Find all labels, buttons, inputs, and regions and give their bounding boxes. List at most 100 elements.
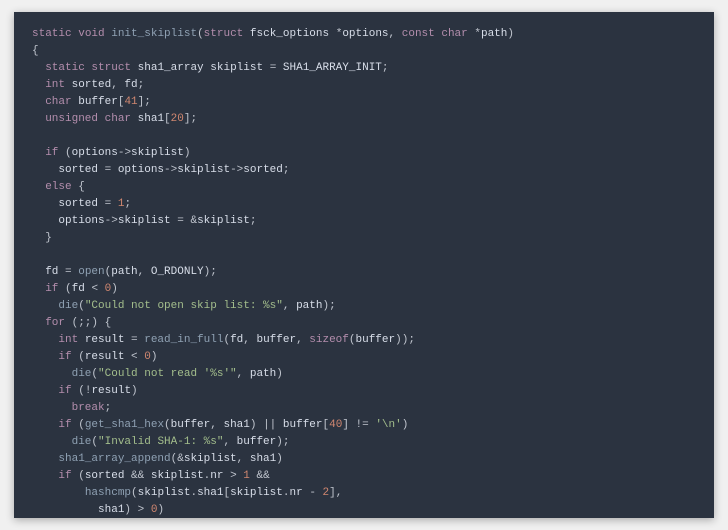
code-token (32, 283, 45, 295)
code-token: ; (283, 436, 290, 448)
code-token: )) (395, 334, 408, 346)
code-line: int sorted, fd; (32, 77, 696, 94)
code-token: < (91, 283, 104, 295)
code-token: ( (78, 351, 85, 363)
code-token: = (131, 334, 144, 346)
code-line: static struct sha1_array skiplist = SHA1… (32, 60, 696, 77)
code-token: ; (329, 300, 336, 312)
code-token: if (58, 351, 78, 363)
code-token: for (45, 317, 71, 329)
code-token (32, 351, 58, 363)
code-token: ) (276, 368, 283, 380)
code-token: ] (342, 419, 355, 431)
code-token: SHA1_ARRAY_INIT (283, 62, 382, 74)
code-token (32, 79, 45, 91)
code-token: ( (349, 334, 356, 346)
code-token (32, 504, 98, 516)
code-line: if (options->skiplist) (32, 145, 696, 162)
code-token: ; (210, 266, 217, 278)
code-token: options (72, 147, 118, 159)
code-token: , (243, 334, 256, 346)
code-token: unsigned (45, 113, 104, 125)
code-line: if (get_sha1_hex(buffer, sha1) || buffer… (32, 417, 696, 434)
code-token: 1 (243, 470, 256, 482)
code-token (32, 453, 58, 465)
code-token: char (45, 96, 78, 108)
code-line: sorted = options->skiplist->sorted; (32, 162, 696, 179)
code-line (32, 128, 696, 145)
code-editor: static void init_skiplist(struct fsck_op… (14, 12, 714, 518)
code-token: fsck_options (250, 28, 336, 40)
code-token (32, 385, 58, 397)
code-token: open (78, 266, 104, 278)
code-token: ; (408, 334, 415, 346)
code-token: struct (91, 62, 137, 74)
code-token: path (250, 368, 276, 380)
code-line: char buffer[41]; (32, 94, 696, 111)
code-line (32, 247, 696, 264)
code-token (32, 317, 45, 329)
code-token: sorted (58, 198, 104, 210)
code-token: result (85, 334, 131, 346)
code-token: , (296, 334, 309, 346)
code-token: static (45, 62, 91, 74)
code-token: if (45, 147, 65, 159)
code-token: ( (78, 419, 85, 431)
code-token: ; (250, 215, 257, 227)
code-token: options (342, 28, 388, 40)
code-token: skiplist (184, 453, 237, 465)
code-token: -> (164, 164, 177, 176)
code-token: ( (131, 487, 138, 499)
code-token: = (105, 164, 118, 176)
code-token (32, 96, 45, 108)
code-token: sha1_array_append (58, 453, 170, 465)
code-token: ) (124, 504, 137, 516)
code-token: sha1 (223, 419, 249, 431)
code-token: && (257, 470, 270, 482)
code-token: = (105, 198, 118, 210)
code-token: sha1 (98, 504, 124, 516)
code-token (32, 436, 72, 448)
code-line: if (fd < 0) (32, 281, 696, 298)
code-token: if (58, 419, 78, 431)
code-token: buffer (356, 334, 396, 346)
code-line: int result = read_in_full(fd, buffer, si… (32, 332, 696, 349)
code-token: die (58, 300, 78, 312)
code-token (32, 147, 45, 159)
code-token: = (177, 215, 190, 227)
code-token: sha1 (197, 487, 223, 499)
code-token (32, 487, 85, 499)
code-token: * (474, 28, 481, 40)
code-line: options->skiplist = &skiplist; (32, 213, 696, 230)
code-token: ( (78, 300, 85, 312)
code-token: , (138, 266, 151, 278)
code-token: ; (124, 198, 131, 210)
code-token: skiplist (151, 470, 204, 482)
code-token: , (237, 368, 250, 380)
code-line: static void init_skiplist(struct fsck_op… (32, 26, 696, 43)
code-token (32, 368, 72, 380)
code-token: ( (78, 385, 85, 397)
code-token: '\n' (375, 419, 401, 431)
code-token: fd (230, 334, 243, 346)
code-token: && (131, 470, 151, 482)
code-token: ) (131, 385, 138, 397)
code-token: skiplist (177, 164, 230, 176)
code-token: skiplist (197, 215, 250, 227)
code-token: -> (118, 147, 131, 159)
code-token (32, 164, 58, 176)
code-token: skiplist (230, 487, 283, 499)
code-token: > (138, 504, 151, 516)
code-token: & (177, 453, 184, 465)
code-line: unsigned char sha1[20]; (32, 111, 696, 128)
code-token: fd (45, 266, 65, 278)
code-token (32, 232, 45, 244)
code-token: { (78, 181, 85, 193)
code-token: ; (283, 164, 290, 176)
code-token: - (309, 487, 322, 499)
code-token: , (223, 436, 236, 448)
code-token: ( (78, 470, 85, 482)
code-token: 20 (171, 113, 184, 125)
code-token: skiplist (210, 62, 269, 74)
code-token: ( (65, 283, 72, 295)
